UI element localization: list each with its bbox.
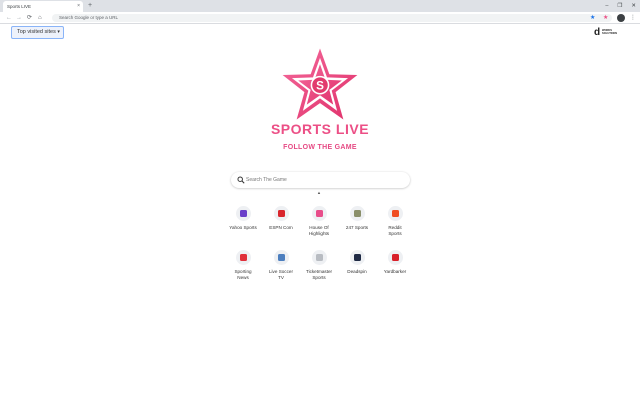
browser-toolbar: ← → ⟳ ⌂ Search Google or type a URL ★ ★ …	[0, 12, 640, 24]
tile-color-swatch	[239, 254, 247, 261]
new-tab-button[interactable]: +	[88, 0, 92, 12]
brand-logo-mark: d	[594, 27, 601, 38]
tile-label: Yahoo Sports	[229, 225, 257, 230]
sports-live-star-logo: S	[282, 48, 358, 120]
home-icon[interactable]: ⌂	[38, 12, 42, 24]
tile-yahoo-sports[interactable]: Yahoo Sports	[224, 206, 262, 231]
tile-label: Ticketmaster Sports	[305, 269, 333, 280]
close-window-icon[interactable]: ✕	[631, 0, 636, 12]
deadspin-icon	[349, 250, 365, 265]
tile-color-swatch	[277, 210, 285, 217]
tile-color-swatch	[315, 210, 323, 217]
omnibox[interactable]: Search Google or type a URL	[52, 14, 612, 22]
window-controls: – ❐ ✕	[605, 0, 636, 12]
tile-color-swatch	[391, 254, 399, 261]
brand-logo: d WORKS SOLUTIONS	[594, 27, 628, 38]
page-subtitle: FOLLOW THE GAME	[283, 144, 357, 151]
top-visited-label: Top visited sites	[17, 29, 56, 35]
tile-ticketmaster-sports[interactable]: Ticketmaster Sports	[300, 250, 338, 281]
tile-label: Reddit Sports	[388, 225, 402, 236]
back-icon[interactable]: ←	[6, 12, 12, 24]
tab-close-icon[interactable]: ×	[77, 1, 80, 12]
menu-dots-icon[interactable]: ⋮	[630, 12, 636, 24]
tile-color-swatch	[277, 254, 285, 261]
tile-sporting-news[interactable]: Sporting News	[224, 250, 262, 281]
tab-sports-live[interactable]: Sports LIVE ×	[3, 1, 83, 12]
sporting-news-icon	[235, 250, 251, 265]
profile-avatar[interactable]	[617, 14, 625, 22]
tile-color-swatch	[353, 210, 361, 217]
247-sports-icon	[349, 206, 365, 221]
tile-color-swatch	[315, 254, 323, 261]
yardbarker-icon	[387, 250, 403, 265]
tile-label: Deadspin	[347, 269, 367, 274]
search-input[interactable]	[246, 174, 401, 186]
tile-deadspin[interactable]: Deadspin	[338, 250, 376, 275]
tile-color-swatch	[239, 210, 247, 217]
tile-yardbarker[interactable]: Yardbarker	[376, 250, 414, 275]
live-soccer-tv-icon	[273, 250, 289, 265]
forward-icon[interactable]: →	[16, 12, 22, 24]
omnibox-placeholder: Search Google or type a URL	[59, 15, 119, 20]
maximize-icon[interactable]: ❐	[617, 0, 622, 12]
tile-label: 247 Sports	[345, 225, 369, 230]
bookmark-star-icon[interactable]: ★	[590, 12, 595, 24]
collapse-caret-icon[interactable]: ▲	[317, 190, 321, 195]
tile-label: Sporting News	[234, 269, 252, 280]
tile-label: Live Soccer TV	[268, 269, 293, 280]
tile-house-of-highlights[interactable]: House Of Highlights	[300, 206, 338, 237]
ticketmaster-icon	[311, 250, 327, 265]
extension-icon[interactable]: ★	[603, 12, 608, 24]
search-icon	[237, 176, 245, 184]
page-title: SPORTS LIVE	[270, 121, 370, 137]
tile-color-swatch	[353, 254, 361, 261]
star-letter: S	[316, 79, 324, 92]
tile-color-swatch	[391, 210, 399, 217]
tile-label: Yardbarker	[383, 269, 407, 274]
espn-icon	[273, 206, 289, 221]
tile-espn[interactable]: ESPN Com	[262, 206, 300, 231]
tile-live-soccer-tv[interactable]: Live Soccer TV	[262, 250, 300, 281]
brand-logo-text: WORKS SOLUTIONS	[602, 29, 618, 35]
tile-reddit-sports[interactable]: Reddit Sports	[376, 206, 414, 237]
search-box	[231, 172, 410, 188]
house-of-highlights-icon	[311, 206, 327, 221]
tab-title: Sports LIVE	[7, 4, 32, 9]
tile-label: House Of Highlights	[308, 225, 330, 236]
chevron-down-icon: ▾	[57, 29, 60, 35]
reload-icon[interactable]: ⟳	[27, 12, 32, 24]
top-visited-sites-button[interactable]: Top visited sites ▾	[11, 26, 64, 39]
tab-strip: Sports LIVE × + – ❐ ✕	[0, 0, 640, 12]
minimize-icon[interactable]: –	[605, 0, 608, 12]
tile-label: ESPN Com	[269, 225, 293, 230]
yahoo-sports-icon	[235, 206, 251, 221]
tile-247-sports[interactable]: 247 Sports	[338, 206, 376, 231]
reddit-icon	[387, 206, 403, 221]
